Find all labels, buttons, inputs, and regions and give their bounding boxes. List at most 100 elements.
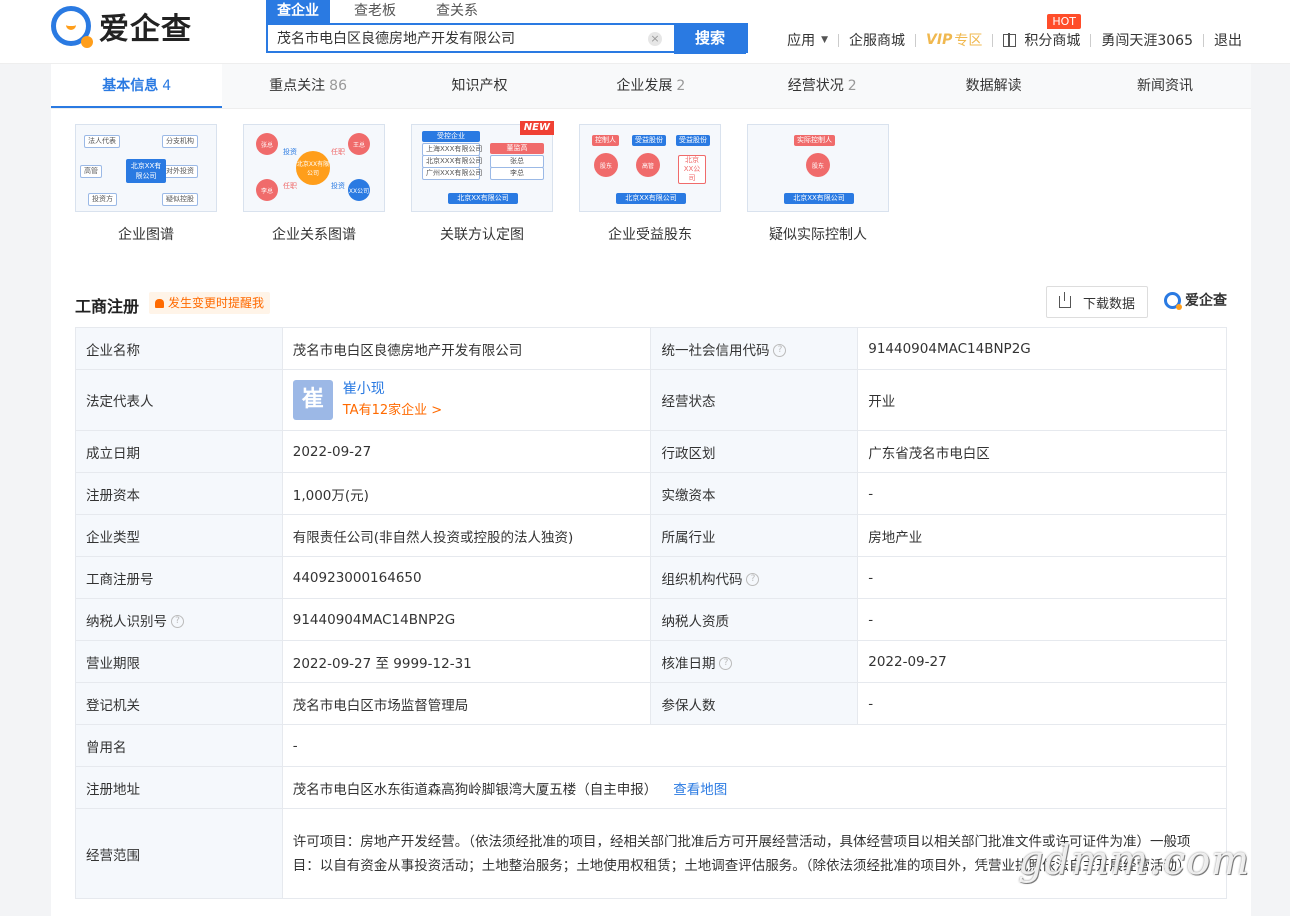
- vip-zone-label: 专区: [954, 33, 983, 49]
- clear-icon[interactable]: ×: [648, 32, 662, 46]
- bell-icon: [155, 298, 164, 308]
- search-tab-relation[interactable]: 查关系: [425, 0, 489, 23]
- thumb-node: 高管: [636, 153, 660, 177]
- remind-label: 发生变更时提醒我: [168, 296, 265, 310]
- tab-data-insight[interactable]: 数据解读: [908, 64, 1079, 108]
- logout-link[interactable]: 退出: [1204, 30, 1252, 50]
- tab-label: 数据解读: [965, 78, 1022, 94]
- authority-value: 茂名市电白区市场监督管理局: [281, 682, 652, 725]
- graph-label: 疑似实际控制人: [769, 227, 867, 243]
- top-nav: 应用 ▼ 企服商城 VIP 专区 积分商城 HOT 勇闯天涯3065 退出: [777, 14, 1252, 50]
- tab-operation[interactable]: 经营状况 2: [737, 64, 908, 108]
- thumb-tag: 控制人: [592, 135, 619, 146]
- vip-zone-link[interactable]: VIP 专区: [916, 30, 992, 50]
- user-name[interactable]: 勇闯天涯3065: [1091, 30, 1203, 50]
- tab-key-focus[interactable]: 重点关注 86: [222, 64, 393, 108]
- vip-label: VIP: [926, 32, 953, 48]
- search-tab-boss[interactable]: 查老板: [343, 0, 407, 23]
- graph-company-map[interactable]: 法人代表 分支机构 高管 对外投资 投资方 疑似控股 北京XX有限公司 企业图谱: [75, 124, 217, 244]
- field-label: 统一社会信用代码?: [650, 327, 859, 370]
- legal-rep-name-link[interactable]: 崔小现: [343, 378, 442, 400]
- paid-capital-value: -: [857, 472, 1227, 515]
- apps-menu[interactable]: 应用 ▼: [777, 30, 838, 50]
- help-icon[interactable]: ?: [171, 615, 184, 628]
- brand-mark: 爱企查: [1164, 290, 1227, 310]
- view-map-link[interactable]: 查看地图: [673, 782, 727, 798]
- graph-label: 企业受益股东: [608, 227, 692, 243]
- field-label: 行政区划: [650, 430, 859, 473]
- tax-id-value: 91440904MAC14BNP2G: [281, 598, 652, 641]
- download-data-button[interactable]: 下载数据: [1046, 286, 1148, 318]
- search-button[interactable]: 搜索: [674, 24, 746, 54]
- thumb-node: 王总: [348, 133, 370, 155]
- logo-q-icon: [1164, 291, 1182, 310]
- status-value: 开业: [857, 369, 1227, 431]
- search-input[interactable]: [268, 25, 648, 51]
- thumb-node: 对外投资: [162, 165, 198, 178]
- points-mall-link[interactable]: 积分商城 HOT: [993, 14, 1090, 50]
- graph-actual-controller[interactable]: 实际控制人 股东 北京XX有限公司 疑似实际控制人: [747, 124, 889, 244]
- graph-related-party[interactable]: NEW 受控企业 上海XXX有限公司 北京XXX有限公司 广州XXX有限公司 董…: [411, 121, 554, 244]
- tab-news[interactable]: 新闻资讯: [1079, 64, 1250, 108]
- graph-label: 关联方认定图: [440, 227, 524, 243]
- graph-thumbnail: 控制人 受益股份 受益股份 股东 高管 北京XX公司 北京XX有限公司: [579, 124, 721, 212]
- tab-basic-info[interactable]: 基本信息 4: [51, 64, 223, 108]
- field-label: 纳税人识别号?: [75, 598, 283, 641]
- avatar[interactable]: 崔: [292, 380, 333, 420]
- legal-rep-companies-link[interactable]: TA有12家企业 >: [343, 400, 442, 422]
- graph-beneficiary[interactable]: 控制人 受益股份 受益股份 股东 高管 北京XX公司 北京XX有限公司 企业受益…: [579, 124, 721, 244]
- field-label: 纳税人资质: [650, 598, 859, 641]
- graph-relation-map[interactable]: 张总 王总 李总 XX公司 北京XX有限公司 投资 任职 任职 投资 企业关系图…: [243, 124, 385, 244]
- field-label: 成立日期: [75, 430, 283, 473]
- thumb-tag: 受益股份: [632, 135, 666, 146]
- industry-value: 房地产业: [857, 514, 1227, 557]
- table-row: 纳税人识别号? 91440904MAC14BNP2G 纳税人资质 -: [75, 598, 1227, 641]
- search-box: × 搜索: [266, 23, 748, 54]
- help-icon[interactable]: ?: [773, 344, 787, 357]
- thumb-node: 北京XX公司: [678, 155, 706, 184]
- tab-count: 2: [847, 78, 857, 94]
- mall-link[interactable]: 企服商城: [839, 30, 915, 50]
- help-icon[interactable]: ?: [746, 573, 760, 586]
- thumb-header: 董监高: [490, 143, 544, 154]
- tab-label: 知识产权: [451, 78, 508, 94]
- graph-thumbnail: NEW 受控企业 上海XXX有限公司 北京XXX有限公司 广州XXX有限公司 董…: [411, 121, 554, 212]
- thumb-link-label: 投资: [283, 148, 297, 156]
- thumb-node: 股东: [806, 153, 830, 177]
- thumb-node: 高管: [80, 165, 102, 178]
- thumb-center-node: 北京XX有限公司: [126, 159, 166, 183]
- search-tab-company[interactable]: 查企业: [266, 0, 330, 23]
- org-code-value: -: [857, 556, 1227, 599]
- legal-rep: 崔 崔小现 TA有12家企业 >: [292, 378, 641, 422]
- thumb-tag: 受益股份: [676, 135, 710, 146]
- thumb-node: 投资方: [88, 193, 117, 206]
- logo-text: 爱企查: [99, 12, 192, 47]
- field-label: 参保人数: [650, 682, 859, 725]
- change-remind-button[interactable]: 发生变更时提醒我: [149, 292, 271, 314]
- tab-development[interactable]: 企业发展 2: [565, 64, 736, 108]
- thumb-bottom-node: 北京XX有限公司: [784, 193, 854, 204]
- field-label: 登记机关: [75, 682, 283, 725]
- graph-entries: 法人代表 分支机构 高管 对外投资 投资方 疑似控股 北京XX有限公司 企业图谱…: [75, 121, 915, 244]
- search-type-tabs: 查企业 查老板 查关系: [266, 0, 507, 23]
- field-label: 所属行业: [650, 514, 859, 557]
- help-icon[interactable]: ?: [719, 657, 733, 670]
- business-term-value: 2022-09-27 至 9999-12-31: [281, 640, 652, 683]
- hot-badge: HOT: [1047, 14, 1082, 29]
- logo[interactable]: 爱企查: [51, 6, 192, 48]
- approve-date-value: 2022-09-27: [857, 640, 1227, 683]
- table-row: 法定代表人 崔 崔小现 TA有12家企业 > 经营状态 开业: [75, 369, 1227, 431]
- field-label: 实缴资本: [650, 472, 859, 515]
- table-row: 成立日期 2022-09-27 行政区划 广东省茂名市电白区: [75, 430, 1227, 473]
- graph-label: 企业关系图谱: [272, 227, 356, 243]
- company-name-value: 茂名市电白区良德房地产开发有限公司: [281, 327, 652, 370]
- tab-label: 经营状况: [787, 78, 844, 94]
- thumb-link-label: 投资: [331, 182, 345, 190]
- tab-ip[interactable]: 知识产权: [394, 64, 565, 108]
- section-title: 工商注册: [75, 297, 140, 316]
- new-badge: NEW: [519, 121, 554, 135]
- field-label-text: 纳税人识别号: [86, 613, 167, 630]
- watermark: gdmm.com: [1018, 838, 1251, 884]
- thumb-bottom-node: 北京XX有限公司: [616, 193, 686, 204]
- thumb-bottom-node: 北京XX有限公司: [448, 193, 518, 204]
